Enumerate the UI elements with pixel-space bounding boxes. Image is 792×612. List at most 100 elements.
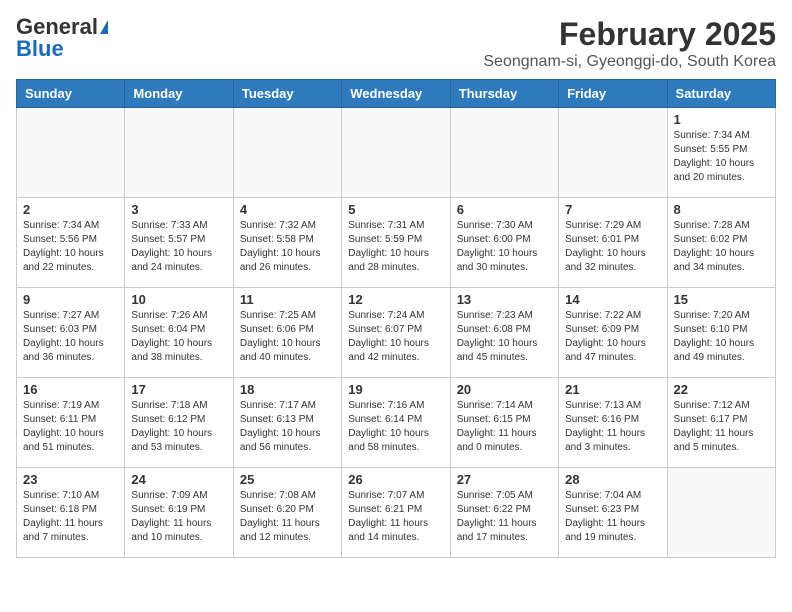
logo: General Blue bbox=[16, 16, 108, 60]
day-number: 3 bbox=[131, 202, 226, 217]
calendar-cell: 20 Sunrise: 7:14 AM Sunset: 6:15 PM Dayli… bbox=[450, 378, 558, 468]
day-info: Sunrise: 7:04 AM Sunset: 6:23 PM Dayligh… bbox=[565, 489, 660, 545]
page-header: General Blue February 2025 Seongnam-si, … bbox=[16, 16, 776, 71]
day-number: 20 bbox=[457, 382, 552, 397]
day-number: 10 bbox=[131, 292, 226, 307]
day-info: Sunrise: 7:20 AM Sunset: 6:10 PM Dayligh… bbox=[674, 309, 769, 365]
calendar-cell: 14 Sunrise: 7:22 AM Sunset: 6:09 PM Dayli… bbox=[559, 288, 667, 378]
calendar-cell: 2 Sunrise: 7:34 AM Sunset: 5:56 PM Daylig… bbox=[17, 198, 125, 288]
day-info: Sunrise: 7:26 AM Sunset: 6:04 PM Dayligh… bbox=[131, 309, 226, 365]
calendar-table: SundayMondayTuesdayWednesdayThursdayFrid… bbox=[16, 79, 776, 558]
day-number: 12 bbox=[348, 292, 443, 307]
day-info: Sunrise: 7:24 AM Sunset: 6:07 PM Dayligh… bbox=[348, 309, 443, 365]
day-info: Sunrise: 7:30 AM Sunset: 6:00 PM Dayligh… bbox=[457, 219, 552, 275]
day-number: 9 bbox=[23, 292, 118, 307]
day-number: 28 bbox=[565, 472, 660, 487]
day-info: Sunrise: 7:05 AM Sunset: 6:22 PM Dayligh… bbox=[457, 489, 552, 545]
calendar-cell: 27 Sunrise: 7:05 AM Sunset: 6:22 PM Dayli… bbox=[450, 468, 558, 558]
calendar-day-header: Wednesday bbox=[342, 80, 450, 108]
calendar-cell bbox=[667, 468, 775, 558]
day-number: 27 bbox=[457, 472, 552, 487]
calendar-cell: 19Sunrise: 7:16 AM Sunset: 6:14 PM Dayli… bbox=[342, 378, 450, 468]
day-info: Sunrise: 7:34 AM Sunset: 5:55 PM Dayligh… bbox=[674, 129, 769, 185]
calendar-cell: 11 Sunrise: 7:25 AM Sunset: 6:06 PM Dayli… bbox=[233, 288, 341, 378]
calendar-cell: 21Sunrise: 7:13 AM Sunset: 6:16 PM Dayli… bbox=[559, 378, 667, 468]
calendar-week-row: 16 Sunrise: 7:19 AM Sunset: 6:11 PM Dayli… bbox=[17, 378, 776, 468]
calendar-cell: 18 Sunrise: 7:17 AM Sunset: 6:13 PM Dayli… bbox=[233, 378, 341, 468]
calendar-cell: 9 Sunrise: 7:27 AM Sunset: 6:03 PM Daylig… bbox=[17, 288, 125, 378]
calendar-cell: 13 Sunrise: 7:23 AM Sunset: 6:08 PM Dayli… bbox=[450, 288, 558, 378]
day-info: Sunrise: 7:29 AM Sunset: 6:01 PM Dayligh… bbox=[565, 219, 660, 275]
calendar-cell: 3 Sunrise: 7:33 AM Sunset: 5:57 PM Daylig… bbox=[125, 198, 233, 288]
calendar-cell: 25 Sunrise: 7:08 AM Sunset: 6:20 PM Dayli… bbox=[233, 468, 341, 558]
day-number: 23 bbox=[23, 472, 118, 487]
calendar-cell bbox=[559, 108, 667, 198]
day-number: 11 bbox=[240, 292, 335, 307]
calendar-cell bbox=[342, 108, 450, 198]
day-number: 1 bbox=[674, 112, 769, 127]
calendar-cell bbox=[450, 108, 558, 198]
calendar-cell: 6Sunrise: 7:30 AM Sunset: 6:00 PM Daylig… bbox=[450, 198, 558, 288]
day-info: Sunrise: 7:28 AM Sunset: 6:02 PM Dayligh… bbox=[674, 219, 769, 275]
day-info: Sunrise: 7:09 AM Sunset: 6:19 PM Dayligh… bbox=[131, 489, 226, 545]
day-number: 22 bbox=[674, 382, 769, 397]
day-info: Sunrise: 7:07 AM Sunset: 6:21 PM Dayligh… bbox=[348, 489, 443, 545]
day-number: 2 bbox=[23, 202, 118, 217]
calendar-cell: 8Sunrise: 7:28 AM Sunset: 6:02 PM Daylig… bbox=[667, 198, 775, 288]
calendar-cell: 12 Sunrise: 7:24 AM Sunset: 6:07 PM Dayli… bbox=[342, 288, 450, 378]
calendar-cell: 23Sunrise: 7:10 AM Sunset: 6:18 PM Dayli… bbox=[17, 468, 125, 558]
day-info: Sunrise: 7:14 AM Sunset: 6:15 PM Dayligh… bbox=[457, 399, 552, 455]
calendar-day-header: Monday bbox=[125, 80, 233, 108]
day-info: Sunrise: 7:17 AM Sunset: 6:13 PM Dayligh… bbox=[240, 399, 335, 455]
calendar-cell: 28 Sunrise: 7:04 AM Sunset: 6:23 PM Dayli… bbox=[559, 468, 667, 558]
day-info: Sunrise: 7:33 AM Sunset: 5:57 PM Dayligh… bbox=[131, 219, 226, 275]
day-number: 21 bbox=[565, 382, 660, 397]
calendar-day-header: Tuesday bbox=[233, 80, 341, 108]
logo-blue: Blue bbox=[16, 38, 64, 60]
day-number: 18 bbox=[240, 382, 335, 397]
day-info: Sunrise: 7:23 AM Sunset: 6:08 PM Dayligh… bbox=[457, 309, 552, 365]
calendar-cell: 4 Sunrise: 7:32 AM Sunset: 5:58 PM Daylig… bbox=[233, 198, 341, 288]
calendar-cell: 15Sunrise: 7:20 AM Sunset: 6:10 PM Dayli… bbox=[667, 288, 775, 378]
calendar-cell: 1 Sunrise: 7:34 AM Sunset: 5:55 PM Daylig… bbox=[667, 108, 775, 198]
day-info: Sunrise: 7:22 AM Sunset: 6:09 PM Dayligh… bbox=[565, 309, 660, 365]
day-number: 5 bbox=[348, 202, 443, 217]
calendar-day-header: Sunday bbox=[17, 80, 125, 108]
day-number: 17 bbox=[131, 382, 226, 397]
calendar-cell: 5 Sunrise: 7:31 AM Sunset: 5:59 PM Daylig… bbox=[342, 198, 450, 288]
calendar-cell: 16 Sunrise: 7:19 AM Sunset: 6:11 PM Dayli… bbox=[17, 378, 125, 468]
day-info: Sunrise: 7:34 AM Sunset: 5:56 PM Dayligh… bbox=[23, 219, 118, 275]
day-info: Sunrise: 7:31 AM Sunset: 5:59 PM Dayligh… bbox=[348, 219, 443, 275]
calendar-header-row: SundayMondayTuesdayWednesdayThursdayFrid… bbox=[17, 80, 776, 108]
calendar-week-row: 2 Sunrise: 7:34 AM Sunset: 5:56 PM Daylig… bbox=[17, 198, 776, 288]
calendar-day-header: Thursday bbox=[450, 80, 558, 108]
day-info: Sunrise: 7:27 AM Sunset: 6:03 PM Dayligh… bbox=[23, 309, 118, 365]
day-number: 14 bbox=[565, 292, 660, 307]
calendar-cell: 7Sunrise: 7:29 AM Sunset: 6:01 PM Daylig… bbox=[559, 198, 667, 288]
calendar-day-header: Saturday bbox=[667, 80, 775, 108]
day-number: 25 bbox=[240, 472, 335, 487]
calendar-cell: 26Sunrise: 7:07 AM Sunset: 6:21 PM Dayli… bbox=[342, 468, 450, 558]
day-info: Sunrise: 7:19 AM Sunset: 6:11 PM Dayligh… bbox=[23, 399, 118, 455]
calendar-week-row: 1 Sunrise: 7:34 AM Sunset: 5:55 PM Daylig… bbox=[17, 108, 776, 198]
calendar-cell bbox=[17, 108, 125, 198]
calendar-day-header: Friday bbox=[559, 80, 667, 108]
day-info: Sunrise: 7:25 AM Sunset: 6:06 PM Dayligh… bbox=[240, 309, 335, 365]
day-info: Sunrise: 7:18 AM Sunset: 6:12 PM Dayligh… bbox=[131, 399, 226, 455]
calendar-cell: 24 Sunrise: 7:09 AM Sunset: 6:19 PM Dayli… bbox=[125, 468, 233, 558]
calendar-cell: 17 Sunrise: 7:18 AM Sunset: 6:12 PM Dayli… bbox=[125, 378, 233, 468]
calendar-cell bbox=[233, 108, 341, 198]
calendar-cell: 10 Sunrise: 7:26 AM Sunset: 6:04 PM Dayli… bbox=[125, 288, 233, 378]
day-number: 13 bbox=[457, 292, 552, 307]
day-number: 4 bbox=[240, 202, 335, 217]
day-number: 24 bbox=[131, 472, 226, 487]
logo-general: General bbox=[16, 16, 98, 38]
main-title: February 2025 bbox=[483, 16, 776, 53]
title-section: February 2025 Seongnam-si, Gyeonggi-do, … bbox=[483, 16, 776, 71]
day-info: Sunrise: 7:08 AM Sunset: 6:20 PM Dayligh… bbox=[240, 489, 335, 545]
day-number: 16 bbox=[23, 382, 118, 397]
logo-triangle-icon bbox=[100, 20, 108, 34]
day-info: Sunrise: 7:32 AM Sunset: 5:58 PM Dayligh… bbox=[240, 219, 335, 275]
day-info: Sunrise: 7:16 AM Sunset: 6:14 PM Dayligh… bbox=[348, 399, 443, 455]
calendar-week-row: 9 Sunrise: 7:27 AM Sunset: 6:03 PM Daylig… bbox=[17, 288, 776, 378]
